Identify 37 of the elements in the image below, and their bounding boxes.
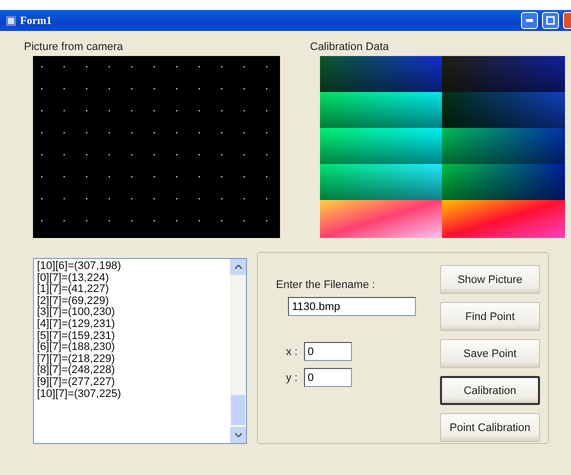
list-item[interactable]: [5][7]=(159,231) [37,330,227,342]
coord-field[interactable]: 0 [304,368,352,387]
calibration-label: Calibration Data [310,41,390,53]
minimize-button[interactable] [521,12,538,29]
list-item[interactable]: [2][7]=(69,229) [37,296,227,308]
maximize-icon [546,16,555,25]
app-icon [6,16,16,26]
coord-label: y : [286,372,298,384]
close-button[interactable] [563,12,571,29]
coord-field[interactable]: 0 [304,342,352,361]
list-item[interactable]: [8][7]=(248,228) [37,365,227,377]
scroll-thumb[interactable] [231,395,245,425]
minimize-icon [526,19,533,22]
list-item[interactable]: [3][7]=(100,230) [37,307,227,319]
action-button[interactable]: Show Picture [440,265,540,294]
list-item[interactable]: [9][7]=(277,227) [37,376,227,389]
action-button[interactable]: Find Point [440,302,540,331]
list-item[interactable]: [4][7]=(129,231) [37,318,227,331]
action-button[interactable]: Point Calibration [440,413,540,442]
action-button[interactable]: Calibration [440,376,540,405]
camera-label: Picture from camera [24,41,124,53]
list-item[interactable]: [7][7]=(218,229) [37,354,227,366]
scroll-up-icon [234,265,242,269]
filename-label: Enter the Filename : [276,279,376,291]
scrollbar[interactable] [230,259,246,443]
list-item[interactable]: [1][7]=(41,227) [37,284,227,296]
window-title: Form1 [20,14,53,26]
action-button[interactable]: Save Point [440,339,540,368]
scroll-down-icon [234,433,242,437]
list-item[interactable]: [10][6]=(307,198) [37,261,227,273]
filename-field[interactable]: 1130.bmp [288,297,416,316]
list-item[interactable]: [6][7]=(188,230) [37,342,227,354]
coord-label: x : [286,346,298,358]
list-item[interactable]: [10][7]=(307,225) [37,388,227,400]
list-item[interactable]: [0][7]=(13,224) [37,272,227,284]
maximize-button[interactable] [542,12,559,29]
points-list[interactable] [33,258,247,444]
